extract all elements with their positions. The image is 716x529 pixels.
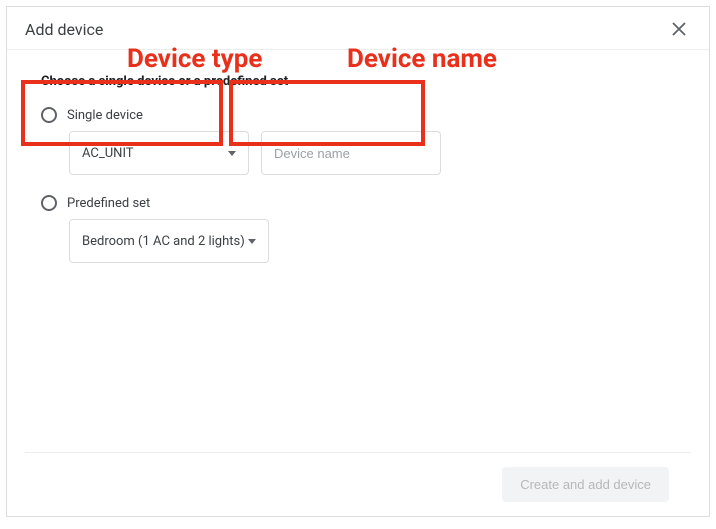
single-device-row: Single device xyxy=(41,107,675,123)
predefined-set-value: Bedroom (1 AC and 2 lights) xyxy=(82,234,245,249)
close-button[interactable] xyxy=(667,17,691,41)
single-device-radio[interactable] xyxy=(41,107,57,123)
device-type-value: AC_UNIT xyxy=(82,146,134,161)
chevron-down-icon xyxy=(228,151,236,156)
prompt-text: Choose a single device or a predefined s… xyxy=(41,74,675,89)
close-icon xyxy=(672,22,686,36)
predefined-set-select[interactable]: Bedroom (1 AC and 2 lights) xyxy=(69,219,269,263)
device-type-select[interactable]: AC_UNIT xyxy=(69,131,249,175)
dialog-header: Add device xyxy=(7,7,709,50)
predefined-set-label: Predefined set xyxy=(67,196,150,211)
add-device-dialog: Add device Choose a single device or a p… xyxy=(6,6,710,517)
dialog-body: Choose a single device or a predefined s… xyxy=(7,50,709,452)
dialog-title: Add device xyxy=(25,20,103,39)
predefined-set-controls: Bedroom (1 AC and 2 lights) xyxy=(69,219,675,263)
predefined-set-row: Predefined set xyxy=(41,195,675,211)
single-device-controls: AC_UNIT xyxy=(69,131,675,175)
create-and-add-button[interactable]: Create and add device xyxy=(502,467,669,502)
predefined-set-radio[interactable] xyxy=(41,195,57,211)
chevron-down-icon xyxy=(248,239,256,244)
device-name-input[interactable] xyxy=(261,131,441,175)
single-device-label: Single device xyxy=(67,108,143,123)
dialog-footer: Create and add device xyxy=(25,452,691,516)
